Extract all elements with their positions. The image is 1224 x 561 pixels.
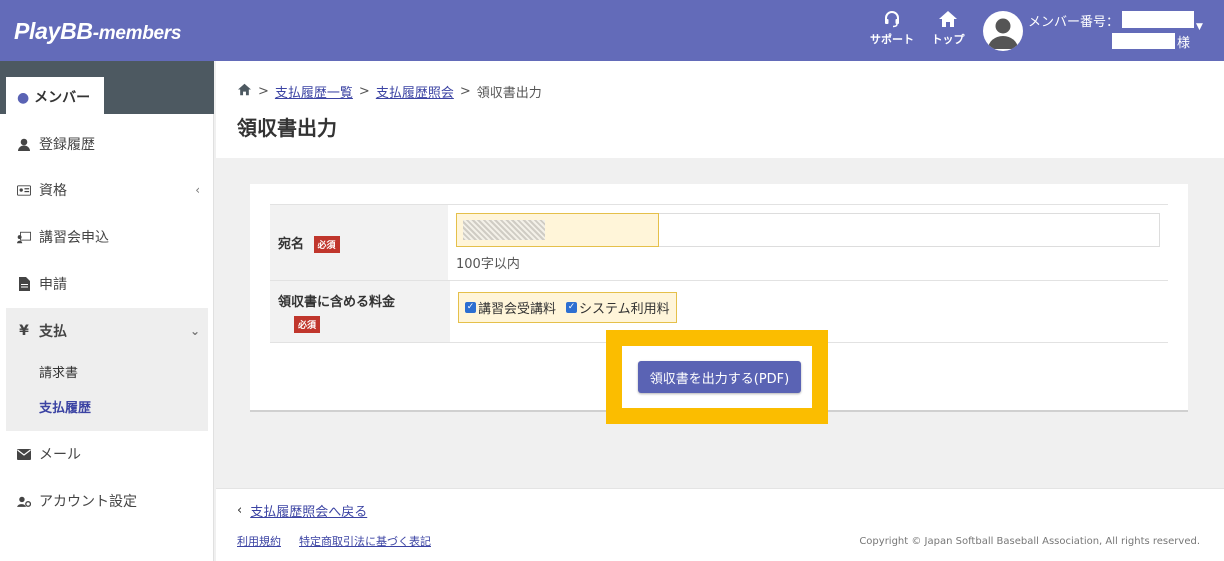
file-icon (17, 277, 31, 291)
export-pdf-button[interactable]: 領収書を出力する(PDF) (638, 361, 801, 393)
footer (216, 488, 1224, 561)
back-link[interactable]: 支払履歴照会へ戻る (250, 501, 367, 520)
logo[interactable]: PlayBB-members (14, 18, 181, 45)
addressee-hint: 100字以内 (456, 257, 520, 272)
addressee-label: 宛名 (278, 237, 305, 252)
top-header: PlayBB-members サポート トップ メンバー番号： 様 ▼ (0, 0, 1224, 61)
breadcrumb: > 支払履歴一覧 > 支払履歴照会 > 領収書出力 (237, 82, 542, 101)
sidebar-item-mail[interactable]: メール (0, 439, 214, 469)
fee-checkbox-seminar[interactable]: ✓ 講習会受講料 (465, 298, 556, 317)
sidebar-item-payment[interactable]: ¥ 支払 ⌄ (0, 316, 214, 346)
sidebar-item-application[interactable]: 申請 (0, 269, 214, 299)
sidebar-item-account-settings[interactable]: アカウント設定 (0, 486, 214, 516)
receipt-form: 宛名 必須 100字以内 領収書に含める料金 必須 ✓ 講習会受講料 ✓ システ… (270, 204, 1168, 343)
honorific: 様 (1177, 36, 1191, 51)
title-area (216, 61, 1224, 158)
copyright: Copyright © Japan Softball Baseball Asso… (859, 536, 1200, 547)
support-button[interactable]: サポート (870, 10, 914, 47)
checkbox-checked-icon[interactable]: ✓ (465, 302, 476, 313)
sidebar-item-registration-history[interactable]: 登録履歴 (0, 129, 214, 159)
breadcrumb-separator: > (459, 84, 471, 99)
user-icon (17, 138, 31, 151)
sidebar-subitem-invoice[interactable]: 請求書 (39, 362, 78, 381)
required-badge: 必須 (294, 316, 321, 333)
breadcrumb-separator: > (358, 84, 370, 99)
top-button[interactable]: トップ (930, 10, 966, 47)
member-number-label: メンバー番号： (1028, 15, 1120, 30)
breadcrumb-current: 領収書出力 (476, 86, 542, 101)
fee-checkbox-system[interactable]: ✓ システム利用料 (566, 298, 670, 317)
fees-checkbox-group: ✓ 講習会受講料 ✓ システム利用料 (458, 292, 677, 323)
id-card-icon (17, 184, 31, 196)
tokushoho-link[interactable]: 特定商取引法に基づく表記 (299, 533, 431, 549)
yen-icon: ¥ (19, 323, 29, 339)
headset-icon (885, 11, 899, 28)
sidebar-item-qualification[interactable]: 資格 ‹ (0, 175, 214, 205)
fees-label: 領収書に含める料金 (278, 295, 396, 310)
support-label: サポート (870, 33, 914, 46)
member-name-redacted (1112, 33, 1175, 49)
breadcrumb-payment-history-detail[interactable]: 支払履歴照会 (376, 82, 454, 101)
home-icon[interactable] (237, 83, 252, 100)
avatar[interactable] (983, 11, 1023, 51)
caret-down-icon[interactable]: ▼ (1196, 22, 1203, 32)
required-badge: 必須 (313, 236, 340, 253)
sidebar-tab-bar: ● メンバー (0, 61, 214, 114)
user-avatar-icon (988, 18, 1018, 49)
home-icon (939, 11, 957, 27)
breadcrumb-payment-history-list[interactable]: 支払履歴一覧 (275, 82, 353, 101)
page-title: 領収書出力 (237, 116, 337, 140)
envelope-icon (17, 448, 31, 460)
chevron-down-icon: ⌄ (189, 324, 200, 338)
back-link-row: ‹ 支払履歴照会へ戻る (237, 501, 367, 520)
fees-label-cell: 領収書に含める料金 必須 (270, 281, 450, 342)
tab-member-label: メンバー (34, 90, 91, 106)
top-label: トップ (931, 33, 965, 46)
user-cog-icon (17, 495, 31, 508)
tab-member[interactable]: ● メンバー (6, 77, 104, 114)
addressee-label-cell: 宛名 必須 (270, 205, 448, 280)
sidebar-item-seminar-application[interactable]: 講習会申込 (0, 222, 214, 252)
addressee-input-redacted-value (463, 220, 545, 240)
sidebar: ● メンバー 登録履歴 資格 ‹ 講習会申込 申請 ¥ 支払 ⌄ 請求書 支払履… (0, 61, 214, 561)
chevron-left-icon: ‹ (237, 503, 243, 518)
form-row-addressee: 宛名 必須 100字以内 (270, 205, 1168, 281)
footer-links: 利用規約 特定商取引法に基づく表記 (237, 533, 431, 549)
addressee-value-cell: 100字以内 (448, 205, 1168, 280)
chevron-left-icon: ‹ (195, 183, 200, 197)
terms-link[interactable]: 利用規約 (237, 533, 281, 549)
sidebar-subitem-payment-history[interactable]: 支払履歴 (39, 397, 91, 416)
breadcrumb-separator: > (258, 84, 269, 99)
user-icon: ● (17, 90, 30, 106)
member-number-redacted (1122, 11, 1194, 28)
chalkboard-user-icon (17, 231, 31, 244)
addressee-input[interactable] (456, 213, 1160, 247)
checkbox-checked-icon[interactable]: ✓ (566, 302, 578, 313)
